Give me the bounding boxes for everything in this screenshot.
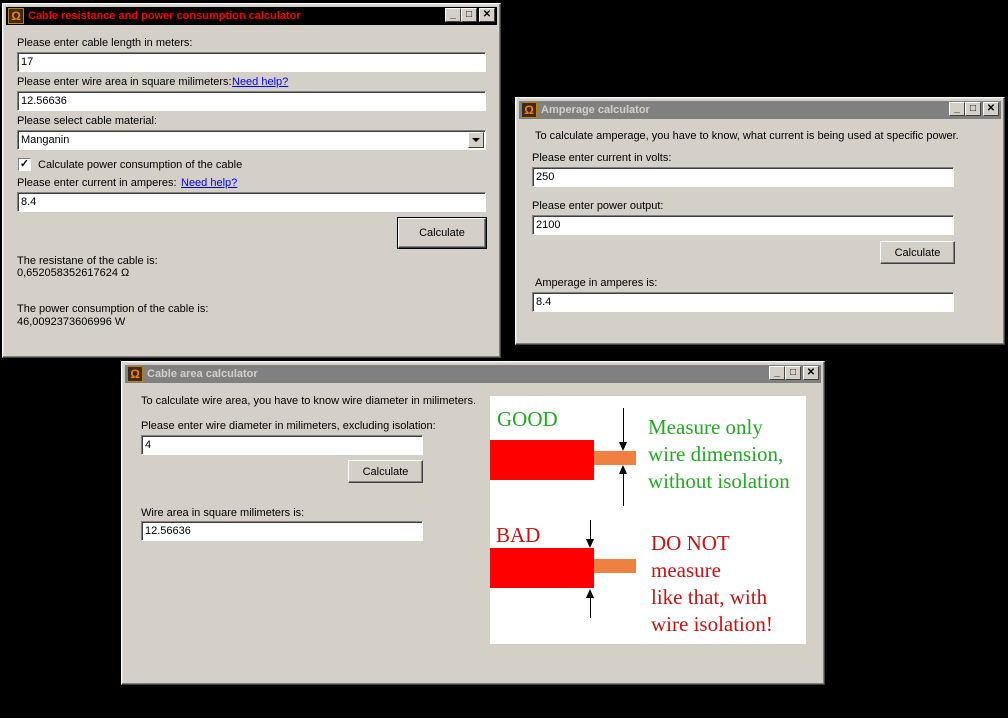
length-input[interactable]: 17: [17, 52, 486, 72]
volts-label: Please enter current in volts:: [532, 152, 672, 164]
bad-text-line: measure: [651, 558, 721, 582]
power-checkbox[interactable]: ✓: [18, 158, 31, 171]
resistance-titlebar[interactable]: Ω Cable resistance and power consumption…: [6, 7, 497, 25]
window-title: Cable area calculator: [147, 368, 258, 380]
maximize-button[interactable]: □: [785, 366, 801, 380]
bad-wire-isolation: [490, 548, 594, 588]
minimize-icon: _: [774, 367, 780, 378]
current-input[interactable]: 8.4: [17, 192, 486, 212]
power-output-label: Please enter power output:: [532, 200, 664, 212]
area-input[interactable]: 12.56636: [17, 91, 486, 111]
volts-input[interactable]: 250: [532, 167, 954, 187]
maximize-icon: □: [969, 103, 977, 114]
current-help-link[interactable]: Need help?: [181, 177, 237, 189]
bad-text-line: like that, with: [651, 585, 768, 609]
good-wire-isolation: [490, 440, 594, 480]
calculate-button[interactable]: Calculate: [880, 241, 955, 264]
checkmark-icon: ✓: [19, 158, 30, 170]
material-selected-value: Manganin: [21, 134, 70, 146]
amperage-intro: To calculate amperage, you have to know,…: [535, 130, 959, 142]
material-label: Please select cable material:: [17, 115, 158, 127]
minimize-button[interactable]: _: [769, 366, 785, 380]
bad-text-line: DO NOT: [651, 531, 730, 555]
area-titlebar[interactable]: Ω Cable area calculator _ □ ✕: [125, 365, 821, 383]
arrow-up-icon: [619, 465, 627, 474]
calculate-button[interactable]: Calculate: [348, 460, 423, 483]
amperage-titlebar[interactable]: Ω Amperage calculator _ □ ✕: [519, 101, 1001, 119]
area-window: Ω Cable area calculator _ □ ✕ To calcula…: [121, 361, 825, 685]
arrow-up-icon: [586, 589, 594, 598]
chevron-down-icon: [472, 137, 480, 142]
minimize-icon: _: [450, 9, 456, 20]
close-button[interactable]: ✕: [803, 366, 819, 380]
bad-label: BAD: [496, 523, 541, 547]
minimize-icon: _: [954, 103, 960, 114]
power-result-label: The power consumption of the cable is:: [17, 303, 209, 315]
ohm-app-icon: Ω: [8, 8, 24, 24]
amperage-window: Ω Amperage calculator _ □ ✕ To calculate…: [515, 97, 1005, 345]
resistance-result-value: 0,652058352617624 Ω: [17, 267, 130, 279]
amperage-result-label: Amperage in amperes is:: [535, 277, 658, 289]
current-label: Please enter current in amperes:: [17, 177, 177, 189]
window-title: Cable resistance and power consumption c…: [28, 10, 301, 22]
material-select[interactable]: Manganin: [17, 130, 486, 150]
area-help-link[interactable]: Need help?: [232, 76, 288, 88]
bad-measure-line-bottom: [590, 598, 591, 618]
bad-instruction: DO NOT measure like that, with wire isol…: [651, 530, 773, 638]
dropdown-button[interactable]: [468, 132, 484, 148]
maximize-button[interactable]: □: [461, 8, 477, 22]
wire-area-result-field[interactable]: 12.56636: [141, 521, 423, 541]
minimize-button[interactable]: _: [445, 8, 461, 22]
minimize-button[interactable]: _: [949, 102, 965, 116]
power-output-input[interactable]: 2100: [532, 215, 954, 235]
good-measure-line-top: [623, 408, 624, 446]
length-label: Please enter cable length in meters:: [17, 37, 193, 49]
good-label: GOOD: [497, 407, 558, 431]
bad-text-line: wire isolation!: [651, 612, 773, 636]
amperage-result-field[interactable]: 8.4: [532, 292, 954, 312]
area-label: Please enter wire area in square milimet…: [17, 76, 232, 88]
good-text-line: wire dimension,: [648, 442, 784, 466]
measurement-illustration: GOOD Measure only wire dimension, withou…: [490, 396, 806, 644]
diameter-input[interactable]: 4: [141, 435, 423, 455]
close-icon: ✕: [482, 9, 492, 20]
good-instruction: Measure only wire dimension, without iso…: [648, 414, 790, 495]
resistance-window: Ω Cable resistance and power consumption…: [2, 3, 501, 358]
good-wire-core: [594, 451, 636, 465]
bad-wire-core: [594, 559, 636, 573]
maximize-button[interactable]: □: [965, 102, 981, 116]
window-title: Amperage calculator: [541, 104, 650, 116]
good-measure-line-bottom: [623, 474, 624, 506]
close-icon: ✕: [806, 367, 816, 378]
maximize-icon: □: [465, 9, 473, 20]
arrow-down-icon: [619, 442, 627, 451]
wire-area-result-label: Wire area in square milimeters is:: [141, 507, 305, 519]
area-intro: To calculate wire area, you have to know…: [141, 395, 477, 407]
maximize-icon: □: [789, 367, 797, 378]
power-result-value: 46,0092373606996 W: [17, 316, 126, 328]
close-button[interactable]: ✕: [983, 102, 999, 116]
resistance-result-label: The resistane of the cable is:: [17, 255, 158, 267]
good-text-line: Measure only: [648, 415, 763, 439]
power-checkbox-label: Calculate power consumption of the cable: [38, 159, 243, 171]
ohm-app-icon: Ω: [127, 366, 143, 382]
good-text-line: without isolation: [648, 469, 790, 493]
calculate-button[interactable]: Calculate: [397, 217, 487, 249]
close-button[interactable]: ✕: [479, 8, 495, 22]
diameter-label: Please enter wire diameter in milimeters…: [141, 420, 436, 432]
close-icon: ✕: [986, 103, 996, 114]
arrow-down-icon: [586, 539, 594, 548]
ohm-app-icon: Ω: [521, 102, 537, 118]
